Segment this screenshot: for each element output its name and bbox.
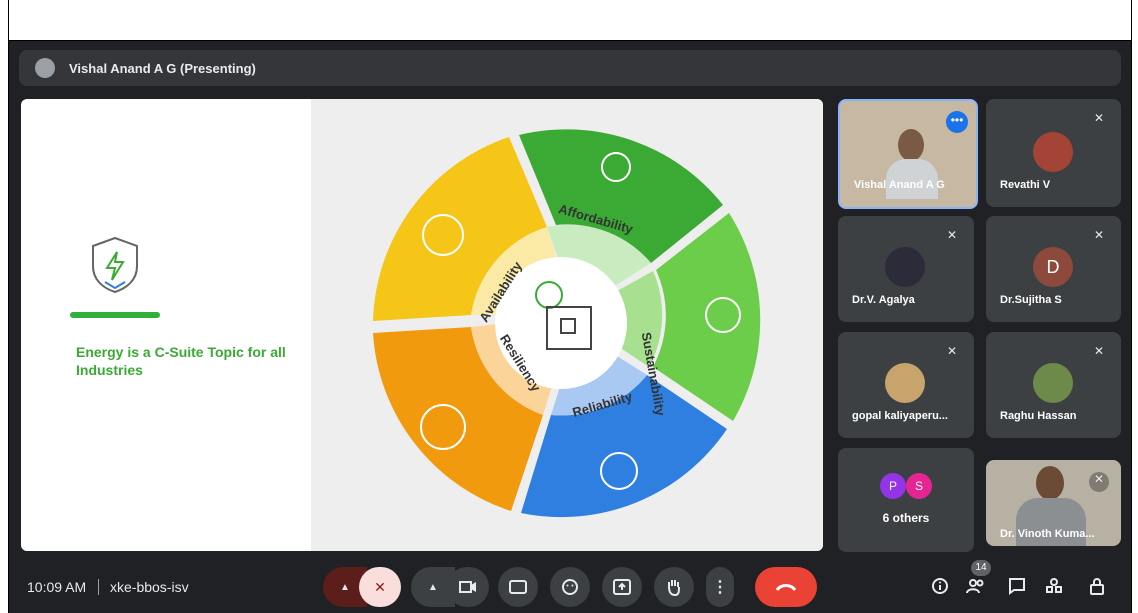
microphone-toggle-button[interactable]: ✕ bbox=[359, 567, 401, 607]
chat-icon bbox=[1009, 578, 1025, 595]
participant-tile-sujitha[interactable]: ✕ D Dr.Sujitha S bbox=[986, 216, 1121, 322]
participant-tile-gopal[interactable]: ✕ gopal kaliyaperu... bbox=[838, 332, 974, 438]
participant-avatar bbox=[1033, 132, 1073, 172]
people-count-badge: 14 bbox=[971, 560, 991, 576]
divider bbox=[98, 579, 99, 595]
raise-hand-button[interactable] bbox=[654, 567, 694, 607]
chat-button[interactable] bbox=[1001, 570, 1033, 602]
others-count-label: 6 others bbox=[882, 511, 930, 525]
mic-off-icon: ✕ bbox=[1093, 111, 1105, 125]
accent-line bbox=[70, 312, 160, 318]
captions-icon bbox=[509, 580, 527, 594]
chevron-up-icon: ▲ bbox=[340, 581, 350, 593]
mic-off-icon: ✕ bbox=[1093, 344, 1105, 358]
participant-tile-raghu[interactable]: ✕ Raghu Hassan bbox=[986, 332, 1121, 438]
mic-off-icon: ✕ bbox=[946, 228, 958, 242]
participant-name: Revathi V bbox=[1000, 179, 1051, 191]
hang-up-icon bbox=[775, 584, 797, 591]
mic-off-icon: ✕ bbox=[1089, 472, 1109, 492]
participant-name: Dr.V. Agalya bbox=[852, 294, 915, 306]
chevron-up-icon: ▲ bbox=[428, 581, 438, 593]
camera-toggle-button[interactable] bbox=[447, 567, 489, 607]
shield-bolt-icon bbox=[92, 236, 138, 294]
activities-icon bbox=[1046, 578, 1062, 593]
presenting-label: Vishal Anand A G (Presenting) bbox=[69, 60, 256, 76]
participant-tile-revathi[interactable]: ✕ Revathi V bbox=[986, 99, 1121, 207]
participant-name: Dr. Vinoth Kuma... bbox=[1000, 528, 1095, 540]
captions-button[interactable] bbox=[498, 567, 538, 607]
others-avatar-p: P bbox=[880, 473, 906, 499]
mic-off-icon: ✕ bbox=[1093, 228, 1105, 242]
more-vert-icon: ⋮ bbox=[712, 579, 728, 596]
mic-off-icon: ✕ bbox=[946, 344, 958, 358]
participant-avatar: D bbox=[1033, 247, 1073, 287]
present-screen-icon bbox=[613, 579, 631, 595]
hand-icon bbox=[668, 580, 680, 596]
meeting-window: Vishal Anand A G (Presenting) Energy is … bbox=[8, 0, 1132, 613]
meeting-time: 10:09 AM bbox=[27, 579, 87, 595]
more-options-button[interactable]: ⋮ bbox=[706, 567, 734, 607]
reactions-button[interactable] bbox=[550, 567, 590, 607]
presenting-bar: Vishal Anand A G (Presenting) bbox=[19, 50, 1121, 86]
presenter-avatar bbox=[35, 58, 55, 78]
others-tile[interactable]: P S 6 others bbox=[838, 448, 974, 552]
participant-name: Dr.Sujitha S bbox=[1000, 294, 1062, 306]
present-button[interactable] bbox=[602, 567, 642, 607]
energy-wheel-diagram: Affordability Sustainability Reliability… bbox=[373, 129, 761, 518]
emoji-icon bbox=[562, 579, 578, 595]
meeting-details-button[interactable] bbox=[924, 570, 956, 602]
participant-avatar bbox=[1033, 363, 1073, 403]
participant-tile-vinoth[interactable]: ✕ Dr. Vinoth Kuma... bbox=[986, 460, 1121, 546]
participant-name: gopal kaliyaperu... bbox=[852, 410, 948, 422]
host-controls-button[interactable] bbox=[1081, 570, 1113, 602]
more-options-icon[interactable]: ••• bbox=[946, 111, 968, 133]
info-icon bbox=[932, 578, 948, 594]
participant-name: Raghu Hassan bbox=[1000, 410, 1077, 422]
leave-call-button[interactable] bbox=[755, 567, 817, 607]
participant-avatar bbox=[885, 247, 925, 287]
mic-off-icon: ✕ bbox=[374, 578, 386, 595]
participant-face bbox=[1036, 466, 1064, 500]
activities-button[interactable] bbox=[1038, 570, 1070, 602]
camera-icon bbox=[459, 581, 476, 593]
participant-tile-vishal[interactable]: ••• Vishal Anand A G bbox=[838, 99, 978, 209]
shared-slide: Energy is a C-Suite Topic for all Indust… bbox=[21, 99, 823, 551]
slide-tagline: Energy is a C-Suite Topic for all Indust… bbox=[76, 344, 286, 378]
meeting-code: xke-bbos-isv bbox=[110, 579, 189, 595]
call-controls-bar: 10:09 AM xke-bbos-isv ▲ ✕ ▲ ⋮ 14 bbox=[9, 560, 1131, 613]
participant-face bbox=[898, 129, 924, 161]
top-blank-area bbox=[9, 0, 1131, 41]
participant-avatar bbox=[885, 363, 925, 403]
participant-tile-agalya[interactable]: ✕ Dr.V. Agalya bbox=[838, 216, 974, 322]
people-icon bbox=[966, 579, 984, 594]
lock-icon bbox=[1090, 578, 1104, 595]
others-avatar-s: S bbox=[906, 473, 932, 499]
participant-name: Vishal Anand A G bbox=[854, 179, 945, 191]
